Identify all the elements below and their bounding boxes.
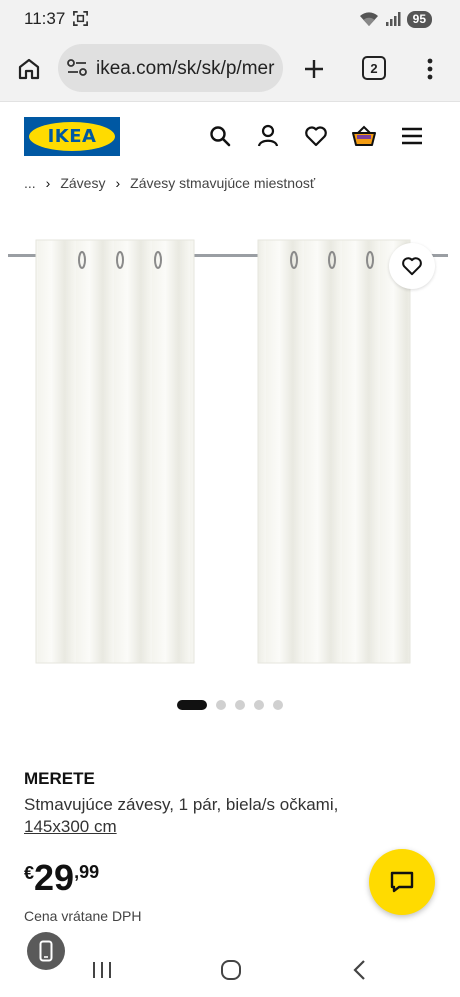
phone-button[interactable] (27, 932, 65, 970)
carousel-dot[interactable] (216, 700, 226, 710)
carousel-indicator (177, 700, 283, 710)
status-time: 11:37 (24, 9, 66, 28)
recent-apps-button[interactable] (89, 957, 115, 983)
carousel-dot[interactable] (235, 700, 245, 710)
home-nav-button[interactable] (218, 957, 244, 983)
carousel-dot[interactable] (273, 700, 283, 710)
recent-apps-icon (93, 962, 111, 978)
product-size-link[interactable]: 145x300 cm (24, 817, 117, 837)
heart-icon (305, 126, 327, 147)
tab-switcher-button[interactable]: 2 (362, 56, 386, 80)
product-name: MERETE (24, 769, 95, 788)
carousel-dot[interactable] (254, 700, 264, 710)
battery-level: 95 (406, 10, 432, 28)
address-bar[interactable]: ikea.com/sk/sk/p/mer (58, 44, 283, 92)
chat-button[interactable] (369, 849, 435, 915)
signal-icon (385, 12, 401, 26)
url-text: ikea.com/sk/sk/p/mer (96, 58, 275, 79)
browser-toolbar: ikea.com/sk/sk/p/mer 2 (0, 38, 460, 102)
back-icon (353, 960, 365, 980)
chevron-right-icon: › (115, 175, 121, 191)
screenshot-icon (73, 11, 88, 26)
basket-icon (352, 125, 376, 146)
home-circle-icon (221, 960, 241, 980)
site-settings-icon (67, 59, 87, 76)
save-to-favourites-button[interactable] (389, 243, 435, 289)
browser-menu-button[interactable] (418, 53, 442, 85)
basket-button[interactable] (351, 123, 377, 149)
breadcrumb-item[interactable]: Závesy (60, 175, 105, 191)
chat-icon (390, 871, 414, 893)
more-vert-icon (427, 58, 433, 80)
breadcrumb-item[interactable]: Závesy stmavujúce miestnosť (130, 175, 315, 191)
price-decimal: 99 (79, 862, 100, 882)
ikea-logo[interactable]: IKEA (24, 117, 120, 156)
product-description: Stmavujúce závesy, 1 pár, biela/s očkami… (24, 795, 339, 814)
home-button[interactable] (14, 54, 44, 84)
phone-icon (39, 940, 53, 962)
system-navigation-bar (0, 932, 460, 997)
site-header: IKEA (0, 103, 460, 169)
heart-icon (402, 257, 422, 276)
hamburger-menu-icon (402, 127, 422, 145)
favourites-button[interactable] (303, 123, 329, 149)
home-icon (18, 58, 40, 80)
price-integer: 29 (34, 857, 75, 898)
status-icons: 95 (359, 10, 432, 28)
breadcrumb-ellipsis[interactable]: ... (24, 175, 36, 191)
menu-button[interactable] (399, 123, 425, 149)
search-button[interactable] (207, 123, 233, 149)
status-bar: 11:37 95 (0, 0, 460, 38)
logo-text: IKEA (47, 126, 97, 147)
product-price: € 29 , 99 (24, 858, 99, 898)
new-tab-button[interactable] (298, 53, 330, 85)
search-icon (210, 126, 231, 147)
chevron-right-icon: › (45, 175, 51, 191)
price-currency: € (24, 863, 35, 883)
price-vat-note: Cena vrátane DPH (24, 908, 142, 924)
breadcrumb: ... › Závesy › Závesy stmavujúce miestno… (24, 174, 454, 192)
wifi-icon (359, 12, 378, 26)
carousel-dot[interactable] (177, 700, 207, 710)
account-icon (257, 124, 279, 147)
plus-icon (305, 60, 323, 78)
back-button[interactable] (347, 957, 373, 983)
account-button[interactable] (255, 123, 281, 149)
